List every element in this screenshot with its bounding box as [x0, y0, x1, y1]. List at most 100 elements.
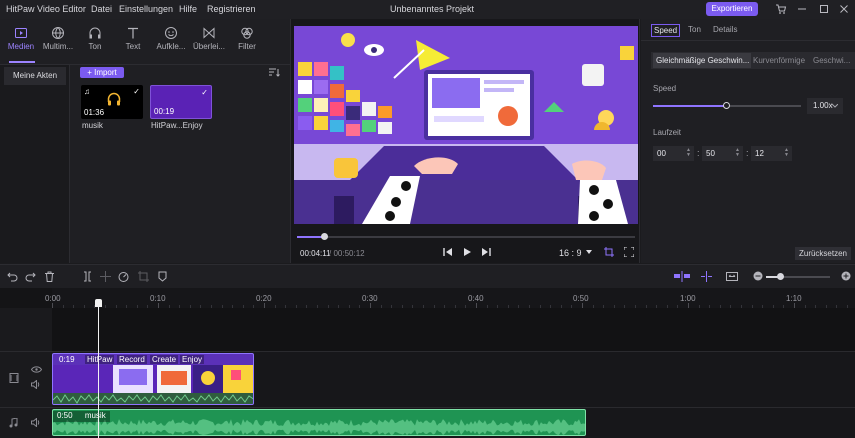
properties-panel: Speed Ton Details Gleichmäßige Geschwin.…: [641, 19, 855, 263]
maximize-icon[interactable]: [818, 3, 830, 15]
clip-name: musik: [84, 411, 106, 420]
stepper-icon[interactable]: ▲ ▼: [784, 148, 789, 158]
tool-label: Aufkle...: [156, 42, 186, 51]
play-icon[interactable]: [462, 247, 472, 257]
speed-value-select[interactable]: 1.00x: [807, 98, 843, 114]
time-separator: :: [746, 148, 749, 158]
chevron-down-icon: [832, 104, 838, 108]
preview-panel: 00:04:11 / 00:50:12 16 : 9: [290, 19, 640, 263]
menu-hilfe[interactable]: Hilfe: [179, 4, 197, 14]
zoom-slider-handle[interactable]: [777, 273, 784, 280]
ruler-label: 0:00: [45, 294, 61, 303]
playhead[interactable]: [98, 302, 99, 438]
audio-clip-header: 0:50 musik: [53, 411, 110, 422]
video-clip[interactable]: 0:19 HitPaw Record Create Enjoy: [52, 353, 254, 405]
speaker-icon[interactable]: [31, 418, 41, 427]
close-icon[interactable]: [838, 3, 850, 15]
tool-text[interactable]: Text: [114, 26, 152, 58]
tool-multimedia[interactable]: Multim...: [39, 26, 77, 58]
media-icon: [15, 28, 27, 38]
scrubber-handle[interactable]: [321, 233, 328, 240]
speed-mode-other[interactable]: Geschwi...: [813, 56, 850, 65]
export-button[interactable]: Exportieren: [706, 2, 758, 16]
divider: [641, 40, 855, 41]
ruler-label: 0:40: [468, 294, 484, 303]
clip-label: Enjoy: [180, 355, 205, 364]
video-track-header: [0, 351, 52, 407]
timeline: 0:00 0:10 0:20 0:30 0:40 0:50 1:00 1:10: [0, 288, 855, 438]
tool-label: Überlei...: [192, 42, 225, 51]
duration-seconds: 12: [755, 149, 764, 158]
sort-icon[interactable]: [269, 68, 280, 77]
tool-ton[interactable]: Ton: [76, 26, 114, 58]
stepper-icon[interactable]: ▲ ▼: [735, 148, 740, 158]
undo-icon[interactable]: [7, 271, 18, 282]
media-thumb-musik[interactable]: ♫ 01:36 ✓: [81, 85, 143, 119]
title-bar: HitPaw Video Editor Datei Einstellungen …: [0, 0, 855, 19]
speed-slider-handle[interactable]: [723, 102, 730, 109]
crop-tool-icon[interactable]: [138, 271, 149, 282]
snap-icon[interactable]: [674, 271, 690, 282]
menu-registrieren[interactable]: Registrieren: [207, 4, 256, 14]
previous-frame-icon[interactable]: [443, 247, 453, 257]
music-note-icon: [9, 418, 18, 428]
media-thumb-video[interactable]: 00:19 ✓: [150, 85, 212, 119]
time-ruler[interactable]: 0:00 0:10 0:20 0:30 0:40 0:50 1:00 1:10: [45, 288, 855, 308]
tool-label: Multim...: [42, 42, 74, 51]
speed-mode-uniform[interactable]: Gleichmäßige Geschwin...: [653, 53, 751, 68]
video-frame[interactable]: [294, 26, 638, 224]
zoom-out-icon[interactable]: [753, 271, 763, 281]
fit-icon[interactable]: [726, 271, 738, 282]
audio-clip[interactable]: 0:50 musik: [52, 409, 586, 436]
align-icon[interactable]: [701, 271, 712, 282]
minimize-icon[interactable]: [796, 3, 808, 15]
split-icon[interactable]: [82, 271, 93, 282]
import-button[interactable]: + Import: [80, 67, 124, 78]
speed-mode-curve[interactable]: Kurvenförmige: [753, 56, 805, 65]
tool-filter[interactable]: Filter: [228, 26, 266, 58]
active-tool-indicator: [9, 61, 35, 63]
tab-ton[interactable]: Ton: [688, 25, 701, 34]
aspect-ratio-select[interactable]: 16 : 9: [559, 248, 582, 258]
fullscreen-icon[interactable]: [624, 247, 634, 257]
side-nav-my-files[interactable]: Meine Akten: [4, 67, 66, 85]
eye-icon[interactable]: [31, 366, 42, 373]
tab-speed[interactable]: Speed: [651, 24, 681, 37]
media-panel: Medien Multim... Ton Text Aufkle... Über…: [0, 19, 290, 263]
stepper-icon[interactable]: ▲ ▼: [686, 148, 691, 158]
ruler-label: 1:00: [680, 294, 696, 303]
duration-minutes-field[interactable]: 50 ▲ ▼: [702, 146, 743, 161]
crop-icon[interactable]: [604, 247, 614, 257]
trash-icon[interactable]: [44, 271, 55, 282]
tool-ueberleitung[interactable]: Überlei...: [190, 26, 228, 58]
cart-icon[interactable]: [775, 3, 787, 15]
menu-datei[interactable]: Datei: [91, 4, 112, 14]
clip-duration: 0:50: [57, 411, 73, 420]
tool-label: Filter: [238, 42, 256, 51]
clip-label: Create: [150, 355, 179, 364]
zoom-in-icon[interactable]: [841, 271, 851, 281]
redo-icon[interactable]: [25, 271, 36, 282]
tool-aufkleber[interactable]: Aufkle...: [152, 26, 190, 58]
duration-seconds-field[interactable]: 12 ▲ ▼: [751, 146, 792, 161]
playback-scrubber[interactable]: [297, 236, 635, 238]
headphones-icon: [89, 27, 101, 39]
total-time: / 00:50:12: [329, 249, 365, 258]
reset-button[interactable]: Zurücksetzen: [795, 247, 851, 260]
tab-details[interactable]: Details: [713, 25, 737, 34]
playhead-handle[interactable]: [95, 299, 102, 307]
next-frame-icon[interactable]: [481, 247, 491, 257]
speed-gauge-icon[interactable]: [118, 271, 129, 282]
move-icon[interactable]: [100, 271, 111, 282]
ruler-label: 0:30: [362, 294, 378, 303]
marker-icon[interactable]: [157, 271, 168, 282]
duration-hours-field[interactable]: 00 ▲ ▼: [653, 146, 694, 161]
zoom-slider[interactable]: [766, 276, 830, 278]
video-illustration: [294, 26, 638, 224]
chevron-down-icon[interactable]: [586, 250, 592, 255]
tool-medien[interactable]: Medien: [2, 26, 40, 58]
speaker-icon[interactable]: [31, 380, 41, 389]
timeline-toolbar: [0, 264, 855, 288]
menu-einstellungen[interactable]: Einstellungen: [119, 4, 173, 14]
empty-track: [52, 308, 855, 356]
